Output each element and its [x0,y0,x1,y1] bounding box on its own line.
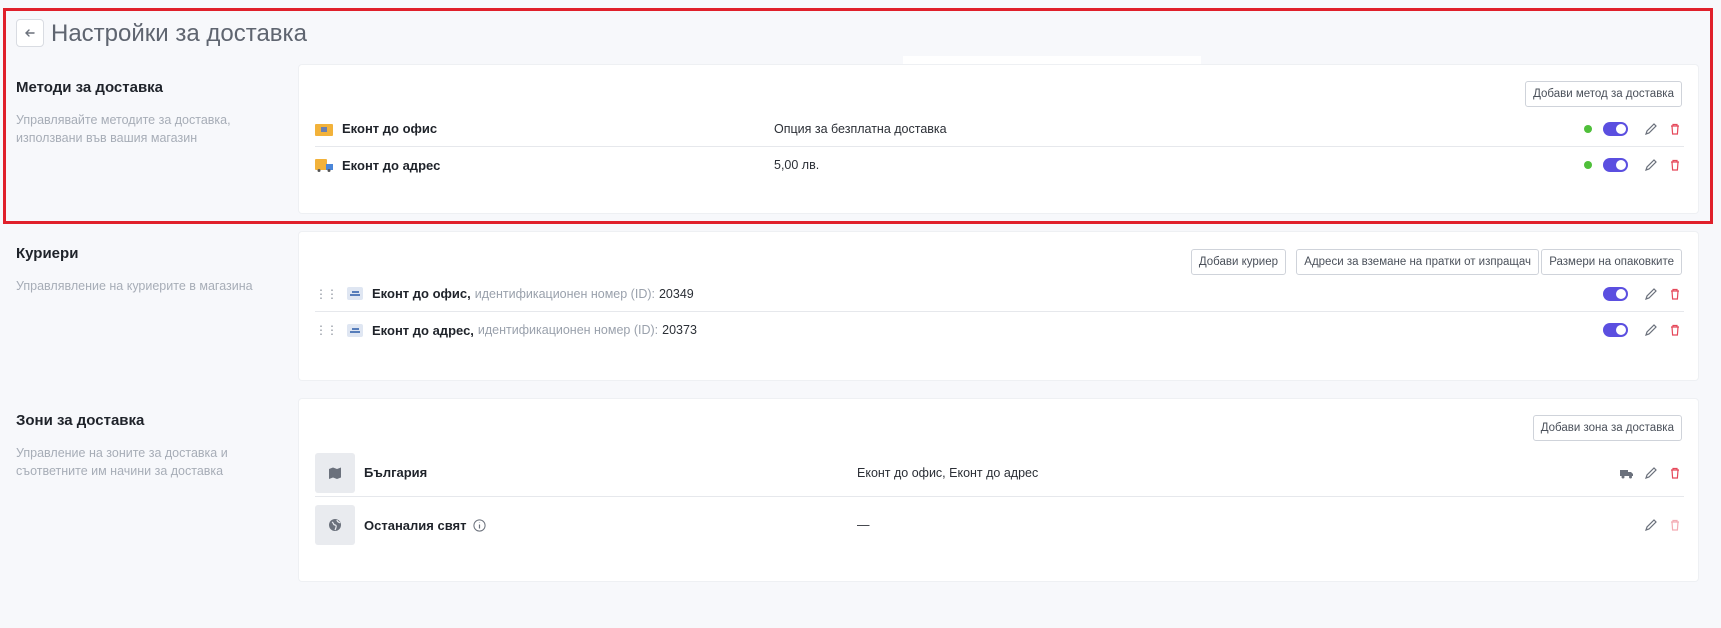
courier-id: 20349 [658,286,694,301]
package-sizes-button[interactable]: Размери на опаковките [1541,249,1682,275]
globe-icon [329,519,341,531]
edit-icon[interactable] [1644,122,1658,136]
zone-name: Останалия свят [364,517,467,533]
trash-icon[interactable] [1668,158,1682,172]
zone-methods: Еконт до офис, Еконт до адрес [857,465,1039,480]
add-method-button[interactable]: Добави метод за доставка [1525,81,1682,107]
info-icon[interactable] [473,518,487,532]
zone-thumbnail [315,505,355,545]
method-row[interactable]: Еконт до адрес 5,00 лв. [315,147,1684,183]
zones-card: Добави зона за доставка България Еконт д… [299,399,1698,581]
add-zone-button[interactable]: Добави зона за доставка [1532,415,1682,441]
zone-methods: — [857,518,870,532]
courier-row[interactable]: ⋮⋮ Еконт до адрес, идентификационен номе… [315,312,1684,348]
card-top-strip [903,56,1201,64]
courier-row[interactable]: ⋮⋮ Еконт до офис, идентификационен номер… [315,276,1684,312]
status-dot [1584,161,1592,169]
zone-thumbnail [315,452,355,493]
back-button[interactable] [16,19,44,47]
trash-icon[interactable] [1668,287,1682,301]
zone-row[interactable]: България Еконт до офис, Еконт до адрес [315,449,1684,497]
zones-section-description: Управление на зоните за доставка и съотв… [16,446,228,478]
add-courier-button[interactable]: Добави куриер [1190,249,1286,275]
edit-icon[interactable] [1644,466,1658,480]
pickup-addresses-button[interactable]: Адреси за вземане на пратки от изпращач [1296,249,1539,275]
methods-section-title: Методи за доставка [16,79,164,96]
map-icon [329,467,341,479]
edit-icon[interactable] [1644,323,1658,337]
package-icon [315,123,333,136]
method-row[interactable]: Еконт до офис Опция за безплатна доставк… [315,111,1684,147]
methods-section-description: Управлявайте методите за доставка, изпол… [16,113,231,145]
couriers-section-description: Управлявление на куриерите в магазина [16,279,253,293]
courier-id-label: идентификационен номер (ID): [474,286,655,301]
arrow-left-icon [25,29,35,37]
zones-section-title: Зони за доставка [16,412,145,429]
trash-icon[interactable] [1668,323,1682,337]
edit-icon[interactable] [1644,518,1658,532]
courier-logo-icon [347,287,363,300]
courier-id: 20373 [662,323,697,337]
courier-name: Еконт до офис, [372,286,471,301]
method-name: Еконт до адрес [342,157,441,173]
courier-toggle[interactable] [1603,323,1628,337]
method-value: 5,00 лв. [774,158,820,172]
page-title: Настройки за доставка [51,20,307,47]
methods-card: Добави метод за доставка Еконт до офис О… [299,65,1698,213]
truck-icon[interactable] [1620,466,1634,480]
courier-id-label: идентификационен номер (ID): [477,323,659,337]
zone-row[interactable]: Останалия свят — [315,501,1684,549]
method-toggle[interactable] [1603,121,1628,136]
courier-logo-icon [347,323,363,337]
edit-icon[interactable] [1644,158,1658,172]
method-name: Еконт до офис [342,121,438,136]
method-value: Опция за безплатна доставка [774,121,947,136]
couriers-card: Размери на опаковките Адреси за вземане … [299,232,1698,380]
drag-handle-icon[interactable]: ⋮⋮ [315,323,338,337]
drag-handle-icon[interactable]: ⋮⋮ [315,287,338,301]
zone-name: България [364,465,428,480]
trash-icon[interactable] [1668,466,1682,480]
trash-icon[interactable] [1668,122,1682,136]
trash-icon[interactable] [1668,518,1682,532]
edit-icon[interactable] [1644,287,1658,301]
courier-name: Еконт до адрес, [372,322,474,338]
status-dot [1584,124,1592,133]
method-toggle[interactable] [1603,158,1628,172]
delivery-box-icon [315,159,333,172]
courier-toggle[interactable] [1603,286,1628,301]
couriers-section-title: Куриери [16,245,79,262]
